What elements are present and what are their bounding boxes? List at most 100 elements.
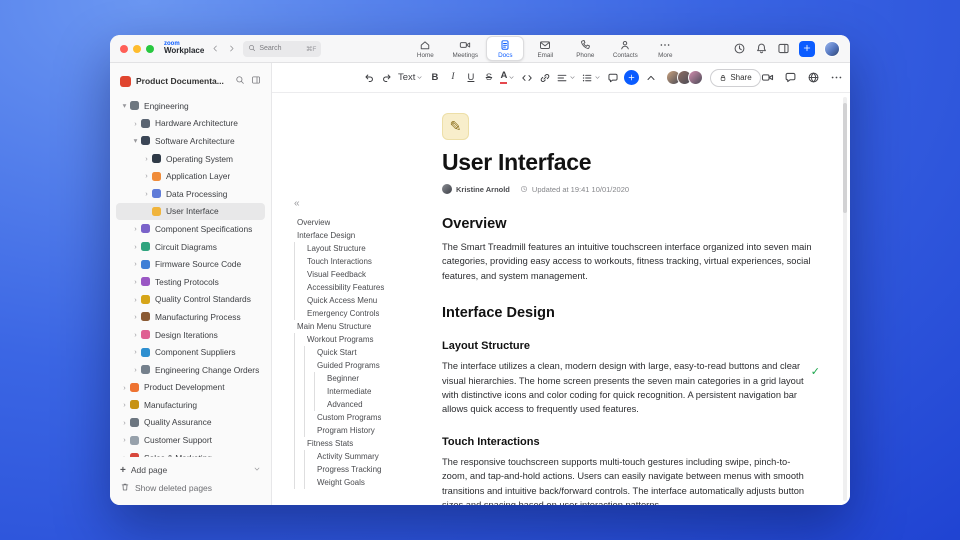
globe-icon[interactable] — [807, 71, 820, 84]
outline-item-quick-start[interactable]: Quick Start — [294, 346, 436, 359]
chevron-right-icon[interactable]: › — [131, 296, 140, 304]
redo-button[interactable] — [378, 68, 395, 88]
chevron-right-icon[interactable]: › — [131, 243, 140, 251]
outline-item-progress-tracking[interactable]: Progress Tracking — [294, 463, 436, 476]
chevron-right-icon[interactable]: › — [131, 313, 140, 321]
minimize-window-button[interactable] — [133, 44, 141, 53]
sidebar-item-data-processing[interactable]: › Data Processing — [116, 185, 265, 203]
sidebar-item-testing-protocols[interactable]: › Testing Protocols — [116, 273, 265, 291]
chevron-right-icon[interactable]: › — [120, 419, 129, 427]
chevron-right-icon[interactable]: › — [120, 436, 129, 444]
outline-item-fitness-stats[interactable]: Fitness Stats — [294, 437, 436, 450]
sidebar-item-component-specifications[interactable]: › Component Specifications — [116, 220, 265, 238]
maximize-window-button[interactable] — [146, 44, 154, 53]
sidebar-item-hardware-architecture[interactable]: › Hardware Architecture — [116, 115, 265, 133]
chevron-down-icon[interactable] — [253, 465, 261, 475]
workspace-title[interactable]: Product Documenta... — [136, 76, 230, 86]
doc-emoji-icon[interactable]: ✎ — [442, 113, 469, 140]
chevron-right-icon[interactable]: › — [131, 260, 140, 268]
video-icon[interactable] — [761, 71, 774, 84]
sidebar-item-manufacturing-process[interactable]: › Manufacturing Process — [116, 308, 265, 326]
link-button[interactable] — [536, 68, 553, 88]
sidebar-item-engineering[interactable]: ▾ Engineering — [116, 97, 265, 115]
outline-item-program-history[interactable]: Program History — [294, 424, 436, 437]
text-style-button[interactable]: Text — [396, 68, 425, 88]
panel-icon[interactable] — [777, 42, 790, 55]
align-button[interactable] — [554, 68, 578, 88]
tab-contacts[interactable]: Contacts — [606, 36, 644, 61]
chevron-right-icon[interactable]: › — [120, 384, 129, 392]
sidebar-item-quality-assurance[interactable]: › Quality Assurance — [116, 414, 265, 432]
close-window-button[interactable] — [120, 44, 128, 53]
insert-button[interactable] — [624, 70, 640, 85]
chevron-down-icon[interactable]: ▾ — [131, 137, 140, 145]
clock-icon[interactable] — [733, 42, 746, 55]
new-item-button[interactable] — [799, 40, 815, 57]
back-icon[interactable] — [211, 44, 220, 53]
tab-docs[interactable]: Docs — [486, 36, 525, 61]
sidebar-item-circuit-diagrams[interactable]: › Circuit Diagrams — [116, 238, 265, 256]
comment-button[interactable] — [604, 68, 621, 88]
outline-item-beginner[interactable]: Beginner — [294, 372, 436, 385]
show-deleted-pages-button[interactable]: Show deleted pages — [116, 479, 265, 497]
chevron-right-icon[interactable]: › — [131, 331, 140, 339]
outline-item-overview[interactable]: Overview — [294, 216, 436, 229]
sidebar-item-sales-marketing[interactable]: ›Sales & Marketing — [116, 449, 265, 457]
sidebar-item-operating-system[interactable]: › Operating System — [116, 150, 265, 168]
document[interactable]: ✎ User Interface Kristine Arnold Updated… — [440, 93, 850, 505]
sidebar-item-manufacturing[interactable]: › Manufacturing — [116, 396, 265, 414]
outline-item-layout-structure[interactable]: Layout Structure — [294, 242, 436, 255]
italic-button[interactable]: I — [444, 68, 461, 88]
tab-home[interactable]: Home — [406, 36, 444, 61]
text-color-button[interactable]: A — [498, 68, 517, 88]
collaborator-avatar-3[interactable] — [688, 70, 704, 85]
list-button[interactable] — [579, 68, 603, 88]
outline-item-weight-goals[interactable]: Weight Goals — [294, 476, 436, 489]
tab-email[interactable]: Email — [526, 36, 564, 61]
share-button[interactable]: Share — [710, 68, 761, 87]
user-avatar[interactable] — [824, 40, 840, 57]
sidebar-item-product-development[interactable]: › Product Development — [116, 379, 265, 397]
chevron-right-icon[interactable]: › — [131, 366, 140, 374]
chevron-right-icon[interactable]: › — [142, 172, 151, 180]
chevron-right-icon[interactable]: › — [120, 401, 129, 409]
sidebar-item-user-interface[interactable]: User Interface — [116, 202, 265, 221]
strikethrough-button[interactable]: S — [480, 68, 497, 88]
chevron-right-icon[interactable]: › — [131, 225, 140, 233]
sidebar-item-component-suppliers[interactable]: › Component Suppliers — [116, 343, 265, 361]
outline-item-visual-feedback[interactable]: Visual Feedback — [294, 268, 436, 281]
chevron-right-icon[interactable]: › — [131, 278, 140, 286]
outline-item-touch-interactions[interactable]: Touch Interactions — [294, 255, 436, 268]
outline-item-interface-design[interactable]: Interface Design — [294, 229, 436, 242]
chevron-right-icon[interactable]: › — [142, 155, 151, 163]
forward-icon[interactable] — [227, 44, 236, 53]
bell-icon[interactable] — [755, 42, 768, 55]
chevron-down-icon[interactable]: ▾ — [120, 102, 129, 110]
bold-button[interactable]: B — [426, 68, 443, 88]
chevron-right-icon[interactable]: › — [142, 190, 151, 198]
undo-button[interactable] — [360, 68, 377, 88]
outline-item-custom-programs[interactable]: Custom Programs — [294, 411, 436, 424]
sidebar-item-firmware-source-code[interactable]: › Firmware Source Code — [116, 255, 265, 273]
outline-item-workout-programs[interactable]: Workout Programs — [294, 333, 436, 346]
comment-icon[interactable] — [784, 71, 797, 84]
sidebar-item-design-iterations[interactable]: › Design Iterations — [116, 326, 265, 344]
outline-item-advanced[interactable]: Advanced — [294, 398, 436, 411]
sidebar-search-icon[interactable] — [235, 72, 245, 90]
resolved-check-icon[interactable]: ✓ — [811, 365, 820, 378]
collapse-toolbar-button[interactable] — [642, 68, 659, 88]
collapse-sidebar-icon[interactable] — [251, 72, 261, 90]
outline-item-intermediate[interactable]: Intermediate — [294, 385, 436, 398]
sidebar-item-software-architecture[interactable]: ▾ Software Architecture — [116, 132, 265, 150]
tab-more[interactable]: More — [646, 36, 684, 61]
tab-meetings[interactable]: Meetings — [446, 36, 484, 61]
sidebar-item-application-layer[interactable]: › Application Layer — [116, 167, 265, 185]
outline-item-emergency-controls[interactable]: Emergency Controls — [294, 307, 436, 320]
outline-item-accessibility-features[interactable]: Accessibility Features — [294, 281, 436, 294]
collapse-outline-icon[interactable]: « — [294, 199, 300, 209]
outline-item-main-menu-structure[interactable]: Main Menu Structure — [294, 320, 436, 333]
outline-item-activity-summary[interactable]: Activity Summary — [294, 450, 436, 463]
code-button[interactable] — [518, 68, 535, 88]
outline-item-guided-programs[interactable]: Guided Programs — [294, 359, 436, 372]
outline-item-quick-access-menu[interactable]: Quick Access Menu — [294, 294, 436, 307]
